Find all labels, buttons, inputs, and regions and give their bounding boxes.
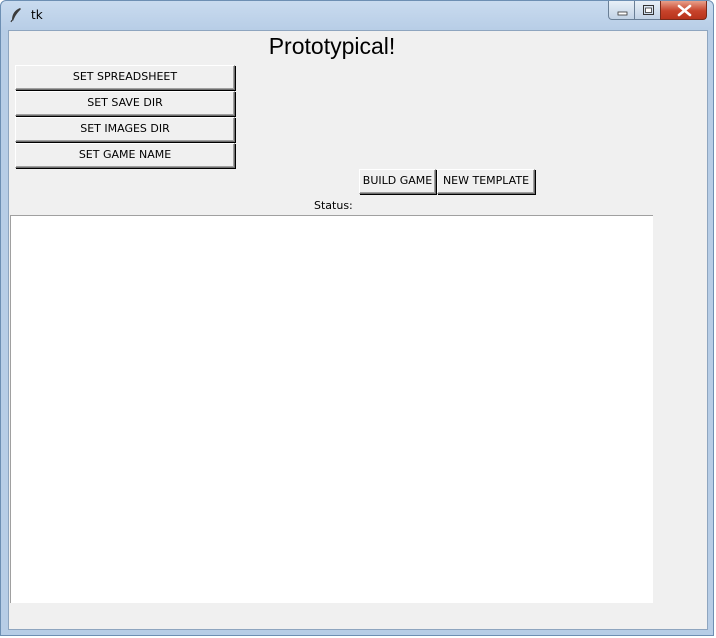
- close-icon: [677, 4, 692, 17]
- new-template-button[interactable]: NEW TEMPLATE: [437, 169, 535, 194]
- close-button[interactable]: [660, 1, 707, 20]
- title-bar[interactable]: tk: [1, 1, 715, 29]
- app-content: Prototypical! SET SPREADSHEET SET SAVE D…: [8, 30, 708, 630]
- output-text-area[interactable]: [10, 215, 653, 603]
- window-title: tk: [31, 8, 43, 22]
- status-label: Status:: [314, 199, 353, 212]
- set-game-name-button[interactable]: SET GAME NAME: [15, 143, 235, 168]
- build-game-button[interactable]: BUILD GAME: [359, 169, 436, 194]
- minimize-button[interactable]: [608, 1, 635, 20]
- maximize-icon: [643, 5, 654, 15]
- feather-icon: [9, 7, 23, 23]
- minimize-icon: [617, 11, 628, 16]
- maximize-button[interactable]: [634, 1, 661, 20]
- page-title: Prototypical!: [268, 33, 396, 59]
- set-images-dir-button[interactable]: SET IMAGES DIR: [15, 117, 235, 142]
- set-save-dir-button[interactable]: SET SAVE DIR: [15, 91, 235, 116]
- set-spreadsheet-button[interactable]: SET SPREADSHEET: [15, 65, 235, 90]
- app-window: tk Prototypical! SET SPREADSHEET SET SAV…: [0, 0, 714, 636]
